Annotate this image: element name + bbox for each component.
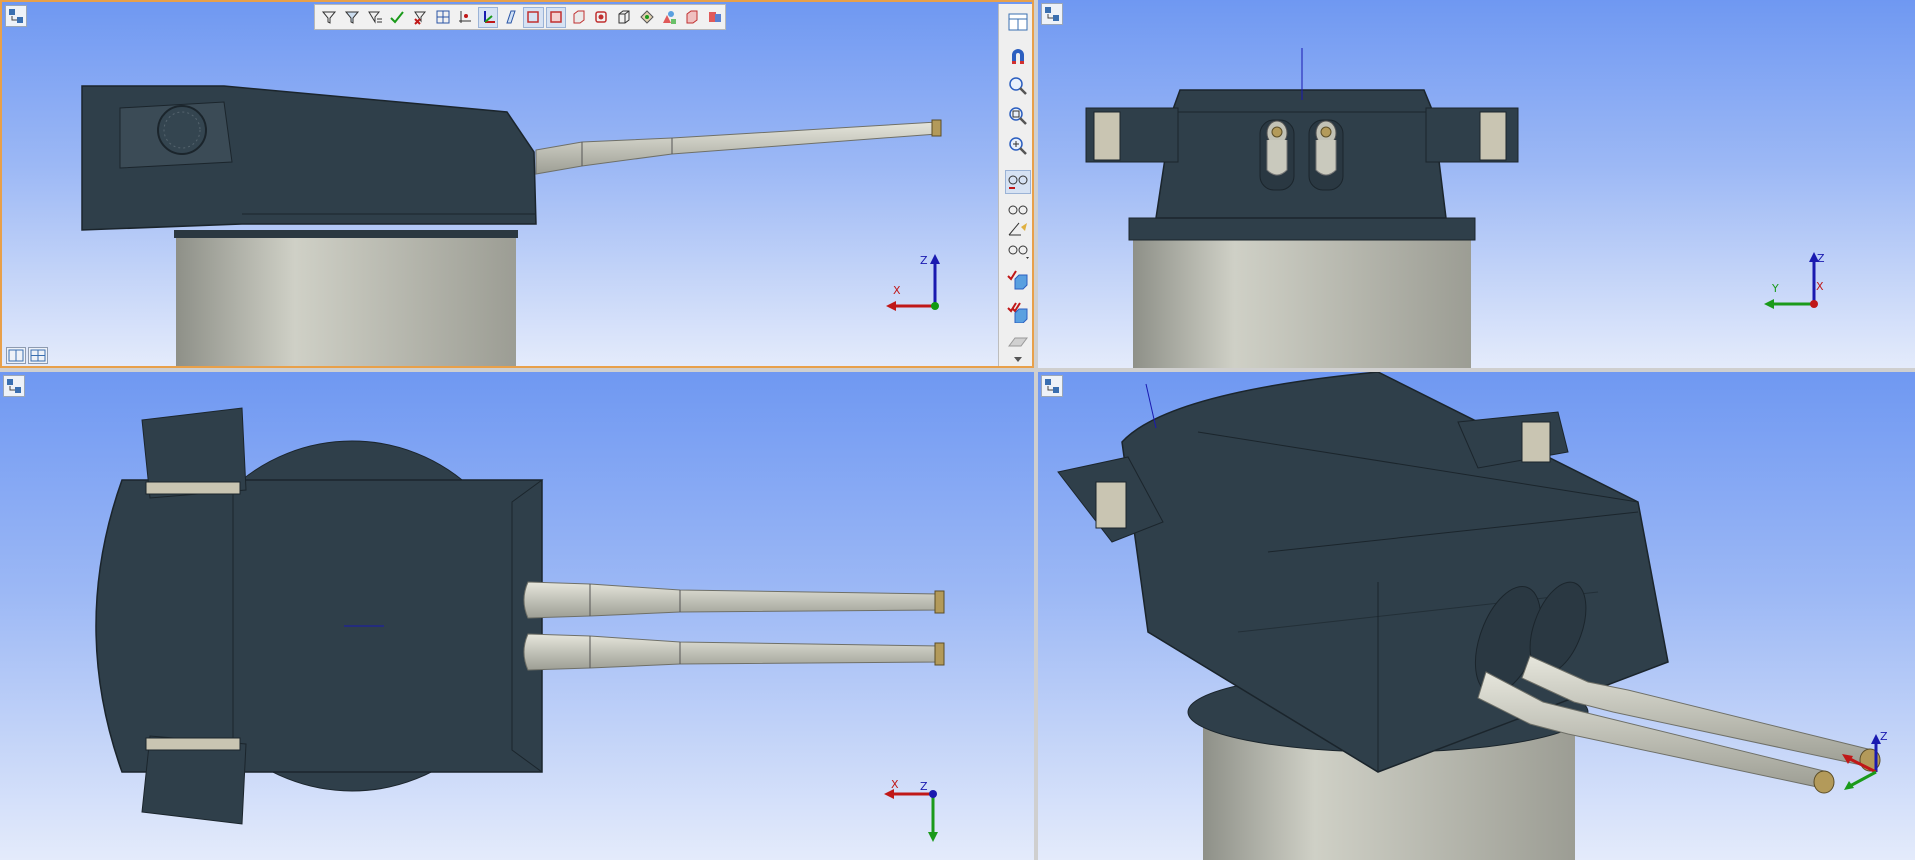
svg-text:Z: Z [920,780,928,793]
double-check-box-icon[interactable] [1005,300,1031,324]
grid-icon[interactable] [432,7,453,28]
shaded-icon[interactable] [568,7,589,28]
axes-icon[interactable] [477,6,499,28]
viewport-top[interactable]: Z X [0,372,1034,860]
viewport-menu-icon[interactable] [1041,3,1063,25]
zoom-icon[interactable] [1005,74,1031,98]
glasses-icon[interactable] [1005,238,1031,262]
isometric-view-model: Z [1057,372,1888,860]
svg-text:X: X [1816,280,1824,293]
svg-text:X: X [891,778,899,791]
side-view-model: Z X [81,85,942,366]
hidden-lines-icon[interactable] [545,6,567,28]
origin-point-icon[interactable] [455,7,476,28]
filter-icon[interactable] [319,7,340,28]
shaded-edges-icon[interactable] [591,7,612,28]
layout-buttons [6,347,48,364]
svg-text:X: X [893,284,901,297]
four-view-icon[interactable] [28,347,48,364]
plane-icon[interactable] [500,7,521,28]
filter-sketch-icon[interactable] [342,7,363,28]
shapes-icon[interactable] [659,7,680,28]
viewport-menu-icon[interactable] [1041,375,1063,397]
section-icon[interactable] [636,7,657,28]
tools-toolbar [998,4,1032,366]
zoom-fit-icon[interactable] [1005,134,1031,158]
measure-icon[interactable] [1005,216,1031,240]
viewport-menu-icon[interactable] [5,5,27,27]
plane-gray-icon[interactable] [1005,330,1031,354]
svg-text:Z: Z [1880,730,1888,743]
two-view-vertical-icon[interactable] [6,347,26,364]
svg-text:Z: Z [1817,252,1825,265]
wireframe-icon[interactable] [522,6,544,28]
viewport-menu-icon[interactable] [3,375,25,397]
glasses-select-icon[interactable] [1005,170,1031,194]
view-orient-icon[interactable] [1005,10,1031,34]
zoom-area-icon[interactable] [1005,104,1031,128]
render-icon[interactable] [704,7,725,28]
svg-text:Y: Y [1771,282,1779,295]
svg-text:Z: Z [920,254,928,267]
check-icon[interactable] [387,7,408,28]
material-icon[interactable] [682,7,703,28]
front-view-model: Z Y X [1085,48,1825,368]
viewport-side[interactable]: Z X [0,0,1034,368]
top-view-model: Z X [95,407,945,842]
viewport-isometric[interactable]: Z [1038,372,1915,860]
more-icon[interactable] [1005,354,1031,366]
check-box-icon[interactable] [1005,268,1031,292]
box-icon[interactable] [614,7,635,28]
magnet-icon[interactable] [1005,44,1031,68]
uncheck-icon[interactable] [410,7,431,28]
viewport-front[interactable]: Z Y X [1038,0,1915,368]
filter-list-icon[interactable] [364,7,385,28]
view-toolbar [314,4,726,30]
